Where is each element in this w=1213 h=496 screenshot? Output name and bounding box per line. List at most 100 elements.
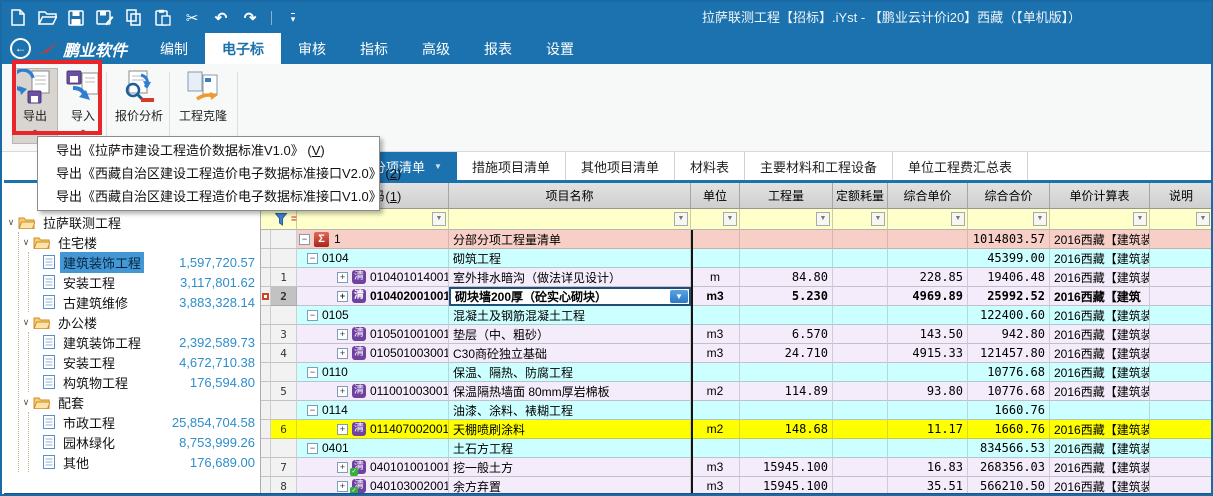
collapse-icon[interactable]: − bbox=[299, 234, 310, 245]
filter-dropdown-icon[interactable]: ▼ bbox=[1196, 212, 1210, 226]
note-cell[interactable] bbox=[1150, 382, 1213, 401]
filter-dropdown-icon[interactable]: ▼ bbox=[674, 212, 688, 226]
expand-icon[interactable]: + bbox=[337, 481, 348, 492]
name-cell[interactable]: 砌筑工程 bbox=[449, 249, 691, 268]
quantity-cell[interactable] bbox=[740, 439, 833, 458]
total-price-cell[interactable]: 10776.68 bbox=[968, 382, 1050, 401]
filter-dropdown-icon[interactable]: ▼ bbox=[951, 212, 965, 226]
name-cell[interactable]: 土石方工程 bbox=[449, 439, 691, 458]
filter-dropdown-icon[interactable]: ▼ bbox=[723, 212, 737, 226]
row-number-cell[interactable] bbox=[271, 249, 297, 268]
unit-price-cell[interactable] bbox=[888, 439, 968, 458]
code-cell[interactable]: −0401 bbox=[297, 439, 449, 458]
quantity-cell[interactable]: 84.80 bbox=[740, 268, 833, 287]
total-price-cell[interactable]: 25992.52 bbox=[968, 287, 1050, 306]
unit-price-cell[interactable] bbox=[888, 401, 968, 420]
table-row[interactable]: 4+清010501003001C30商砼独立基础m324.7104915.331… bbox=[261, 344, 1213, 363]
table-row[interactable]: −0114油漆、涂料、裱糊工程1660.76 bbox=[261, 401, 1213, 420]
unit-price-cell[interactable]: 143.50 bbox=[888, 325, 968, 344]
unit-cell[interactable] bbox=[691, 363, 740, 382]
filter-cell-综合单价[interactable]: ▼ bbox=[888, 209, 968, 230]
row-number-cell[interactable] bbox=[271, 363, 297, 382]
unit-cell[interactable] bbox=[691, 439, 740, 458]
table-row[interactable]: 6+清011407002001天棚喷刷涂料m2148.6811.171660.7… bbox=[261, 420, 1213, 439]
filter-cell-说明[interactable]: ▼ bbox=[1150, 209, 1213, 230]
name-cell[interactable]: 天棚喷刷涂料 bbox=[449, 420, 691, 439]
table-row[interactable]: −0401土石方工程 834566.532016西藏【建筑装 bbox=[261, 439, 1213, 458]
ribbon-button-报价分析[interactable]: 报价分析 bbox=[108, 68, 170, 144]
collapse-icon[interactable]: − bbox=[307, 253, 318, 264]
price-table-cell[interactable]: 2016西藏【建筑装 bbox=[1050, 306, 1150, 325]
chevron-expanded-icon[interactable]: ∨ bbox=[19, 237, 33, 248]
tree-item-建筑装饰工程[interactable]: 建筑装饰工程1,597,720.57 bbox=[29, 252, 260, 272]
unit-price-cell[interactable]: 4969.89 bbox=[888, 287, 968, 306]
table-row[interactable]: −Σ1分部分项工程量清单1014803.572016西藏【建筑装 bbox=[261, 230, 1213, 249]
name-cell[interactable]: 保温、隔热、防腐工程 bbox=[449, 363, 691, 382]
note-cell[interactable] bbox=[1150, 287, 1213, 306]
ribbon-button-工程克隆[interactable]: 工程克隆 bbox=[172, 68, 234, 144]
code-cell[interactable]: +清011001003001 bbox=[297, 382, 449, 401]
quota-usage-cell[interactable] bbox=[833, 249, 888, 268]
customize-toolbar-icon[interactable]: ▾ bbox=[283, 8, 303, 28]
back-button[interactable]: ← bbox=[10, 38, 31, 59]
tree-item-园林绿化[interactable]: 园林绿化8,753,999.26 bbox=[29, 432, 260, 452]
doc-tab-措施项目清单[interactable]: 措施项目清单 bbox=[457, 152, 566, 180]
price-table-cell[interactable]: 2016西藏【建筑装 bbox=[1050, 439, 1150, 458]
export-menu-item-2[interactable]: 导出《西藏自治区建设工程造价电子数据标准接口V2.0》 (2) bbox=[38, 162, 379, 185]
filter-operator-cell[interactable]: = bbox=[261, 209, 297, 230]
ribbon-tab-报表[interactable]: 报表 bbox=[467, 33, 529, 64]
quota-usage-cell[interactable] bbox=[833, 325, 888, 344]
note-cell[interactable] bbox=[1150, 306, 1213, 325]
copy-icon[interactable] bbox=[124, 8, 144, 28]
row-number-cell[interactable]: 7 bbox=[271, 458, 297, 477]
tree-group-配套[interactable]: ∨配套 bbox=[19, 392, 260, 412]
column-header-工程量[interactable]: 工程量 bbox=[740, 183, 833, 209]
doc-tab-主要材料和工程设备[interactable]: 主要材料和工程设备 bbox=[745, 152, 893, 180]
quantity-cell[interactable] bbox=[740, 363, 833, 382]
price-table-cell[interactable]: 2016西藏【建筑装 bbox=[1050, 230, 1150, 249]
column-header-项目名称[interactable]: 项目名称 bbox=[449, 183, 691, 209]
code-cell[interactable]: +清010501001001 bbox=[297, 325, 449, 344]
total-price-cell[interactable]: 10776.68 bbox=[968, 363, 1050, 382]
unit-price-cell[interactable] bbox=[888, 363, 968, 382]
filter-cell-综合合价[interactable]: ▼ bbox=[968, 209, 1050, 230]
row-number-cell[interactable]: 4 bbox=[271, 344, 297, 363]
quota-usage-cell[interactable] bbox=[833, 401, 888, 420]
quota-usage-cell[interactable] bbox=[833, 306, 888, 325]
code-cell[interactable]: +清011407002001 bbox=[297, 420, 449, 439]
tree-item-构筑物工程[interactable]: 构筑物工程176,594.80 bbox=[29, 372, 260, 392]
table-row[interactable]: −0105混凝土及钢筋混凝土工程122400.602016西藏【建筑装 bbox=[261, 306, 1213, 325]
ribbon-tab-高级[interactable]: 高级 bbox=[405, 33, 467, 64]
expand-icon[interactable]: + bbox=[337, 272, 348, 283]
column-header-定额耗量[interactable]: 定额耗量 bbox=[833, 183, 888, 209]
expand-icon[interactable]: + bbox=[337, 329, 348, 340]
redo-icon[interactable]: ↷ bbox=[240, 8, 260, 28]
column-header-综合合价[interactable]: 综合合价 bbox=[968, 183, 1050, 209]
doc-tab-单位工程费汇总表[interactable]: 单位工程费汇总表 bbox=[893, 152, 1028, 180]
table-row[interactable]: 5+清011001003001保温隔热墙面 80mm厚岩棉板m2114.8993… bbox=[261, 382, 1213, 401]
total-price-cell[interactable]: 942.80 bbox=[968, 325, 1050, 344]
filter-cell-单价计算表[interactable]: ▼ bbox=[1050, 209, 1150, 230]
table-row[interactable]: 7+清✓040101001001挖一般土方m315945.10016.83268… bbox=[261, 458, 1213, 477]
table-row[interactable]: 1+清010401014001室外排水暗沟（做法详见设计）m84.80228.8… bbox=[261, 268, 1213, 287]
total-price-cell[interactable]: 1014803.57 bbox=[968, 230, 1050, 249]
note-cell[interactable] bbox=[1150, 439, 1213, 458]
total-price-cell[interactable]: 834566.53 bbox=[968, 439, 1050, 458]
note-cell[interactable] bbox=[1150, 249, 1213, 268]
unit-cell[interactable] bbox=[691, 306, 740, 325]
paste-icon[interactable] bbox=[153, 8, 173, 28]
tree-item-其他[interactable]: 其他176,689.00 bbox=[29, 452, 260, 472]
code-cell[interactable]: −0110 bbox=[297, 363, 449, 382]
ribbon-tab-审核[interactable]: 审核 bbox=[281, 33, 343, 64]
row-number-cell[interactable] bbox=[271, 401, 297, 420]
price-table-cell[interactable]: 2016西藏【建筑装 bbox=[1050, 268, 1150, 287]
name-dropdown-button[interactable]: ▼ bbox=[670, 290, 688, 303]
quota-usage-cell[interactable] bbox=[833, 344, 888, 363]
expand-icon[interactable]: + bbox=[337, 386, 348, 397]
collapse-icon[interactable]: − bbox=[307, 310, 318, 321]
unit-price-cell[interactable]: 11.17 bbox=[888, 420, 968, 439]
quantity-cell[interactable]: 148.68 bbox=[740, 420, 833, 439]
quantity-cell[interactable] bbox=[740, 401, 833, 420]
row-number-cell[interactable]: 3 bbox=[271, 325, 297, 344]
quota-usage-cell[interactable] bbox=[833, 382, 888, 401]
